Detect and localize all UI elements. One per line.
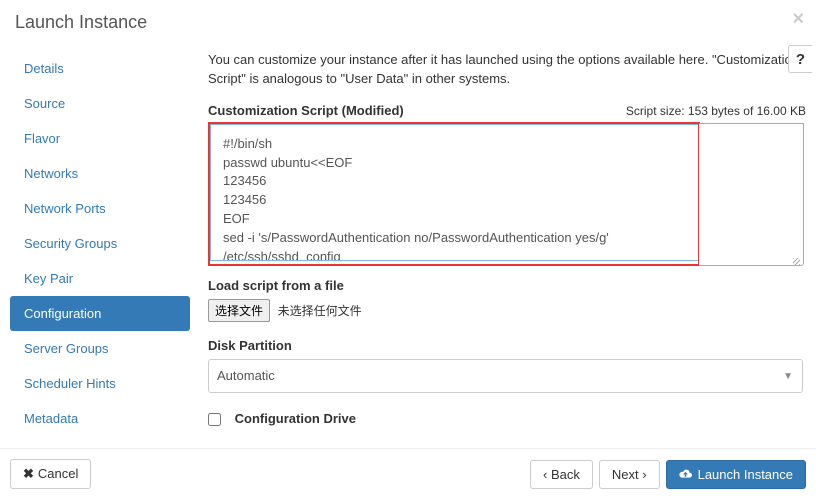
disk-partition-select[interactable]: Automatic: [208, 359, 803, 393]
sidebar-item-label: Server Groups: [24, 341, 109, 356]
customization-script-input[interactable]: [210, 124, 698, 261]
sidebar-item-details[interactable]: Details: [10, 51, 190, 86]
config-drive-checkbox[interactable]: [208, 413, 221, 426]
sidebar-item-label: Network Ports: [24, 201, 106, 216]
intro-text: You can customize your instance after it…: [208, 51, 806, 89]
file-input-row: 选择文件 未选择任何文件: [208, 299, 806, 322]
textarea-right-edge: [699, 123, 804, 266]
back-label: Back: [551, 467, 580, 482]
sidebar-item-network-ports[interactable]: Network Ports: [10, 191, 190, 226]
partition-label: Disk Partition: [208, 338, 806, 353]
launch-instance-button[interactable]: Launch Instance: [666, 460, 806, 489]
next-button[interactable]: Next ›: [599, 460, 660, 489]
launch-instance-modal: Launch Instance × Details Source Flavor …: [0, 0, 816, 499]
configuration-panel: ? You can customize your instance after …: [190, 43, 806, 448]
script-size-text: Script size: 153 bytes of 16.00 KB: [626, 104, 806, 118]
cloud-upload-icon: [679, 467, 692, 482]
config-drive-label: Configuration Drive: [235, 411, 356, 426]
help-icon[interactable]: ?: [788, 45, 812, 73]
sidebar-item-key-pair[interactable]: Key Pair: [10, 261, 190, 296]
sidebar-item-label: Metadata: [24, 411, 78, 426]
sidebar-item-source[interactable]: Source: [10, 86, 190, 121]
modal-footer: ✖ Cancel ‹ Back Next › Launch Instance: [0, 448, 816, 499]
sidebar-item-scheduler-hints[interactable]: Scheduler Hints: [10, 366, 190, 401]
wizard-sidebar: Details Source Flavor Networks Network P…: [10, 43, 190, 448]
close-icon[interactable]: ×: [792, 8, 804, 31]
choose-file-button[interactable]: 选择文件: [208, 299, 270, 322]
sidebar-item-label: Flavor: [24, 131, 60, 146]
cancel-button[interactable]: ✖ Cancel: [10, 459, 91, 489]
cancel-label: Cancel: [38, 466, 78, 481]
chevron-left-icon: ‹: [543, 467, 551, 482]
x-icon: ✖: [23, 466, 34, 481]
sidebar-item-label: Source: [24, 96, 65, 111]
resize-handle-icon: [790, 255, 802, 267]
next-label: Next: [612, 467, 639, 482]
launch-label: Launch Instance: [698, 467, 793, 482]
modal-title: Launch Instance: [15, 12, 801, 33]
script-highlight-box: [208, 122, 700, 266]
sidebar-item-server-groups[interactable]: Server Groups: [10, 331, 190, 366]
sidebar-item-label: Key Pair: [24, 271, 73, 286]
modal-header: Launch Instance ×: [0, 0, 816, 43]
modal-body: Details Source Flavor Networks Network P…: [0, 43, 816, 448]
sidebar-item-configuration[interactable]: Configuration: [10, 296, 190, 331]
config-drive-row[interactable]: Configuration Drive: [208, 411, 356, 426]
sidebar-item-security-groups[interactable]: Security Groups: [10, 226, 190, 261]
sidebar-item-label: Networks: [24, 166, 78, 181]
sidebar-item-label: Details: [24, 61, 64, 76]
sidebar-item-label: Security Groups: [24, 236, 117, 251]
sidebar-item-metadata[interactable]: Metadata: [10, 401, 190, 436]
back-button[interactable]: ‹ Back: [530, 460, 593, 489]
sidebar-item-flavor[interactable]: Flavor: [10, 121, 190, 156]
sidebar-item-networks[interactable]: Networks: [10, 156, 190, 191]
chevron-right-icon: ›: [639, 467, 647, 482]
sidebar-item-label: Configuration: [24, 306, 101, 321]
file-status-text: 未选择任何文件: [278, 304, 362, 318]
script-label: Customization Script (Modified): [208, 103, 404, 118]
load-file-label: Load script from a file: [208, 278, 806, 293]
sidebar-item-label: Scheduler Hints: [24, 376, 116, 391]
